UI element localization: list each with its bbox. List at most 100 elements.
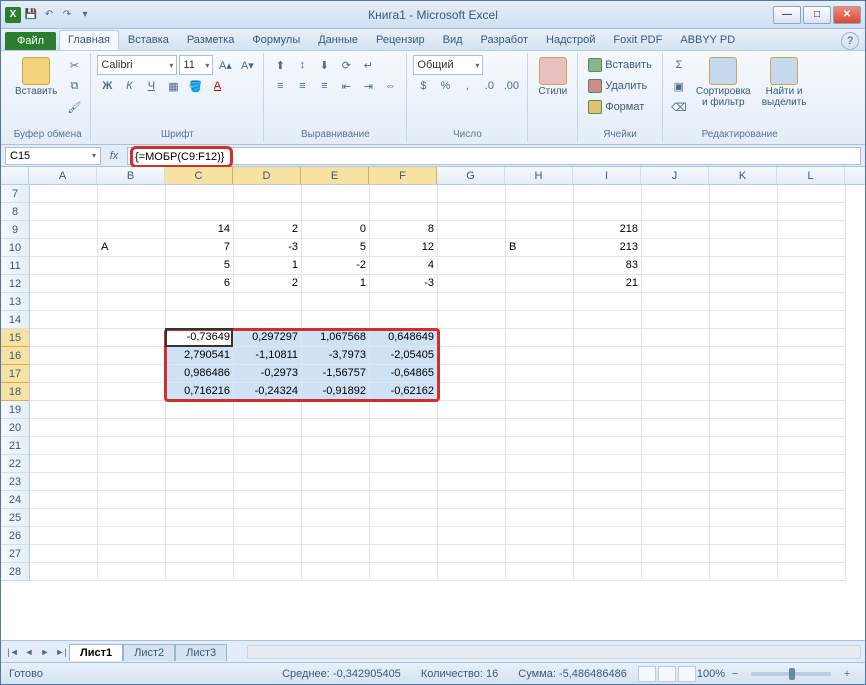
cell-J25[interactable]: [642, 509, 710, 527]
cell-E13[interactable]: [302, 293, 370, 311]
cell-G16[interactable]: [438, 347, 506, 365]
cell-I18[interactable]: [574, 383, 642, 401]
cell-H27[interactable]: [506, 545, 574, 563]
cell-E20[interactable]: [302, 419, 370, 437]
cell-C24[interactable]: [166, 491, 234, 509]
cell-H15[interactable]: [506, 329, 574, 347]
cell-I21[interactable]: [574, 437, 642, 455]
cell-E12[interactable]: 1: [302, 275, 370, 293]
cell-I13[interactable]: [574, 293, 642, 311]
cell-K21[interactable]: [710, 437, 778, 455]
cell-E19[interactable]: [302, 401, 370, 419]
cell-B18[interactable]: [98, 383, 166, 401]
cell-D10[interactable]: -3: [234, 239, 302, 257]
cell-C12[interactable]: 6: [166, 275, 234, 293]
row-header-11[interactable]: 11: [1, 257, 29, 275]
cell-I9[interactable]: 218: [574, 221, 642, 239]
cell-H11[interactable]: [506, 257, 574, 275]
row-header-12[interactable]: 12: [1, 275, 29, 293]
cell-B11[interactable]: [98, 257, 166, 275]
cell-J26[interactable]: [642, 527, 710, 545]
close-button[interactable]: ✕: [833, 6, 861, 24]
cell-L19[interactable]: [778, 401, 846, 419]
cell-A27[interactable]: [30, 545, 98, 563]
cell-A17[interactable]: [30, 365, 98, 383]
cell-A10[interactable]: [30, 239, 98, 257]
cell-J18[interactable]: [642, 383, 710, 401]
align-right-icon[interactable]: ≡: [314, 76, 334, 96]
cell-A25[interactable]: [30, 509, 98, 527]
cell-A20[interactable]: [30, 419, 98, 437]
italic-icon[interactable]: К: [119, 76, 139, 96]
cell-F12[interactable]: -3: [370, 275, 438, 293]
cell-F18[interactable]: -0,62162: [370, 383, 438, 401]
row-header-9[interactable]: 9: [1, 221, 29, 239]
row-header-24[interactable]: 24: [1, 491, 29, 509]
cell-K22[interactable]: [710, 455, 778, 473]
cell-J9[interactable]: [642, 221, 710, 239]
autosum-icon[interactable]: Σ: [669, 55, 689, 75]
cell-K19[interactable]: [710, 401, 778, 419]
tab-abbyy pd[interactable]: ABBYY PD: [671, 30, 744, 50]
cell-I7[interactable]: [574, 185, 642, 203]
cell-C15[interactable]: -0,73649: [166, 329, 234, 347]
delete-cells-button[interactable]: Удалить: [584, 76, 651, 96]
cell-H13[interactable]: [506, 293, 574, 311]
merge-icon[interactable]: ⇔: [380, 76, 400, 96]
cell-E8[interactable]: [302, 203, 370, 221]
cell-H28[interactable]: [506, 563, 574, 581]
cell-D25[interactable]: [234, 509, 302, 527]
cell-L15[interactable]: [778, 329, 846, 347]
cell-J21[interactable]: [642, 437, 710, 455]
cell-J8[interactable]: [642, 203, 710, 221]
row-header-16[interactable]: 16: [1, 347, 29, 365]
underline-icon[interactable]: Ч: [141, 76, 161, 96]
cell-H9[interactable]: [506, 221, 574, 239]
cell-F21[interactable]: [370, 437, 438, 455]
cell-L10[interactable]: [778, 239, 846, 257]
minimize-button[interactable]: —: [773, 6, 801, 24]
fill-icon[interactable]: ▣: [669, 76, 689, 96]
cell-C11[interactable]: 5: [166, 257, 234, 275]
font-size-combo[interactable]: 11▾: [179, 55, 213, 75]
cell-C26[interactable]: [166, 527, 234, 545]
sheet-nav-next[interactable]: ►: [37, 644, 53, 660]
tab-вид[interactable]: Вид: [434, 30, 472, 50]
cell-E15[interactable]: 1,067568: [302, 329, 370, 347]
cell-K12[interactable]: [710, 275, 778, 293]
align-bottom-icon[interactable]: ⬇: [314, 55, 334, 75]
fx-button[interactable]: fx: [103, 147, 125, 165]
cell-G21[interactable]: [438, 437, 506, 455]
cell-K14[interactable]: [710, 311, 778, 329]
cell-D18[interactable]: -0,24324: [234, 383, 302, 401]
cell-G22[interactable]: [438, 455, 506, 473]
cell-G9[interactable]: [438, 221, 506, 239]
cell-I26[interactable]: [574, 527, 642, 545]
row-header-20[interactable]: 20: [1, 419, 29, 437]
tab-формулы[interactable]: Формулы: [243, 30, 309, 50]
cell-B28[interactable]: [98, 563, 166, 581]
cell-J24[interactable]: [642, 491, 710, 509]
cell-A23[interactable]: [30, 473, 98, 491]
row-header-23[interactable]: 23: [1, 473, 29, 491]
cell-H23[interactable]: [506, 473, 574, 491]
cell-C16[interactable]: 2,790541: [166, 347, 234, 365]
cell-E7[interactable]: [302, 185, 370, 203]
zoom-slider[interactable]: [751, 672, 831, 676]
cell-K8[interactable]: [710, 203, 778, 221]
cell-C9[interactable]: 14: [166, 221, 234, 239]
cell-I8[interactable]: [574, 203, 642, 221]
cell-D28[interactable]: [234, 563, 302, 581]
cell-E23[interactable]: [302, 473, 370, 491]
cell-L24[interactable]: [778, 491, 846, 509]
cell-H17[interactable]: [506, 365, 574, 383]
cell-H20[interactable]: [506, 419, 574, 437]
cell-H12[interactable]: [506, 275, 574, 293]
cell-F17[interactable]: -0,64865: [370, 365, 438, 383]
cell-D15[interactable]: 0,297297: [234, 329, 302, 347]
horizontal-scrollbar[interactable]: [247, 645, 861, 659]
cell-C8[interactable]: [166, 203, 234, 221]
font-color-icon[interactable]: A: [207, 76, 227, 96]
cell-D17[interactable]: -0,2973: [234, 365, 302, 383]
cell-A22[interactable]: [30, 455, 98, 473]
